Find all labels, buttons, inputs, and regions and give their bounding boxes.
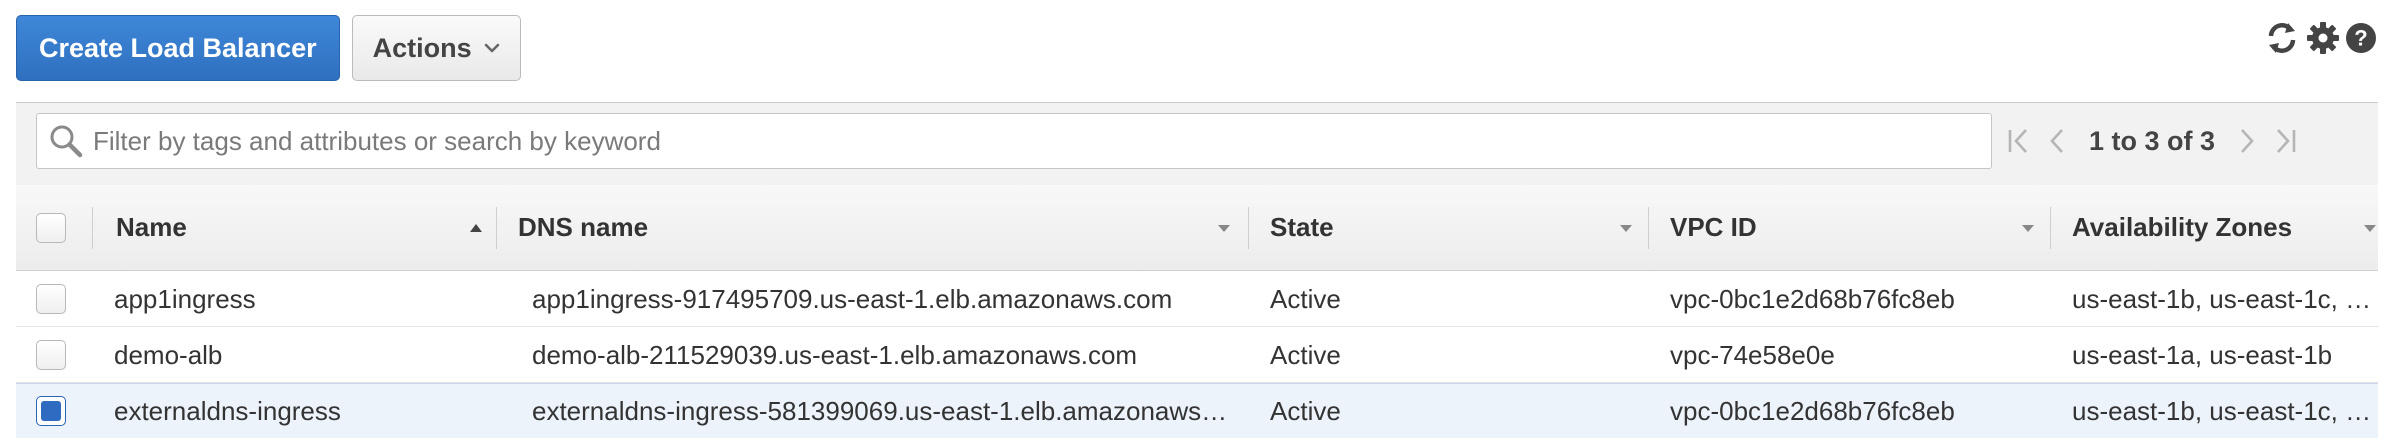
first-page-icon[interactable] (2001, 119, 2037, 163)
availability-zones: us-east-1a, us-east-1b (2072, 339, 2333, 370)
last-page-icon[interactable] (2267, 119, 2303, 163)
next-page-icon[interactable] (2229, 119, 2265, 163)
column-menu-icon[interactable] (1216, 223, 1232, 233)
column-label-vpc-id: VPC ID (1670, 212, 1757, 242)
column-label-availability-zones: Availability Zones (2072, 212, 2293, 242)
load-balancers-panel: 1 to 3 of 3 Name DNS (16, 102, 2378, 438)
cell-name: externaldns-ingress (94, 384, 494, 438)
column-label-state: State (1270, 212, 1334, 242)
filter-input[interactable] (93, 114, 1991, 168)
column-label-dns-name: DNS name (518, 212, 649, 242)
dns-name: app1ingress-917495709.us-east-1.elb.amaz… (532, 283, 1173, 314)
column-header-state[interactable]: State (1250, 185, 1648, 270)
cell-availability-zones: us-east-1a, us-east-1b (2052, 327, 2378, 382)
availability-zones: us-east-1b, us-east-1c, us-east-1a (2072, 283, 2378, 314)
cell-state: Active (1250, 384, 1648, 438)
state-value: Active (1270, 396, 1341, 426)
vpc-id: vpc-0bc1e2d68b76fc8eb (1670, 283, 1955, 314)
availability-zones: us-east-1b, us-east-1c, us-east-1a (2072, 396, 2378, 426)
pagination-text: 1 to 3 of 3 (2089, 125, 2216, 156)
select-all-checkbox[interactable] (36, 212, 66, 243)
cell-dns-name: app1ingress-917495709.us-east-1.elb.amaz… (498, 271, 1246, 326)
cell-dns-name: externaldns-ingress-581399069.us-east-1.… (498, 384, 1246, 438)
create-load-balancer-button[interactable]: Create Load Balancer (16, 15, 340, 81)
load-balancer-name: app1ingress (114, 283, 256, 314)
help-icon[interactable]: ? (2344, 21, 2378, 55)
search-box[interactable] (36, 113, 1992, 169)
load-balancer-name: externaldns-ingress (114, 396, 341, 426)
column-header-dns-name[interactable]: DNS name (498, 185, 1246, 270)
filter-bar: 1 to 3 of 3 (16, 103, 2378, 186)
cell-vpc-id: vpc-74e58e0e (1650, 327, 2050, 382)
cell-vpc-id: vpc-0bc1e2d68b76fc8eb (1650, 271, 2050, 326)
column-header-vpc-id[interactable]: VPC ID (1650, 185, 2050, 270)
top-right-controls: ? (2262, 18, 2378, 58)
load-balancer-name: demo-alb (114, 339, 223, 370)
column-divider (496, 207, 497, 249)
column-header-availability-zones[interactable]: Availability Zones (2052, 185, 2378, 270)
column-label-name: Name (116, 212, 187, 242)
cell-vpc-id: vpc-0bc1e2d68b76fc8eb (1650, 384, 2050, 438)
cell-state: Active (1250, 327, 1648, 382)
svg-text:?: ? (2354, 26, 2367, 51)
cell-name: demo-alb (94, 327, 494, 382)
column-divider (1648, 207, 1649, 249)
refresh-icon[interactable] (2262, 18, 2302, 58)
gear-icon[interactable] (2306, 21, 2340, 55)
toolbar: Create Load Balancer Actions (16, 15, 521, 81)
search-icon (47, 122, 85, 160)
pagination: 1 to 3 of 3 (2001, 113, 2303, 169)
dns-name: externaldns-ingress-581399069.us-east-1.… (532, 396, 1234, 426)
vpc-id: vpc-74e58e0e (1670, 339, 1835, 370)
state-value: Active (1270, 339, 1341, 370)
column-divider (2050, 207, 2051, 249)
cell-availability-zones: us-east-1b, us-east-1c, us-east-1a (2052, 384, 2378, 438)
actions-dropdown-button[interactable]: Actions (351, 15, 521, 81)
dns-name: demo-alb-211529039.us-east-1.elb.amazona… (532, 339, 1138, 370)
actions-label: Actions (372, 32, 472, 63)
cell-state: Active (1250, 271, 1648, 326)
vpc-id: vpc-0bc1e2d68b76fc8eb (1670, 396, 1955, 426)
table-row[interactable]: demo-alb demo-alb-211529039.us-east-1.el… (16, 327, 2378, 383)
column-divider (1248, 207, 1249, 249)
row-checkbox[interactable] (36, 283, 66, 314)
state-value: Active (1270, 283, 1341, 314)
column-header-name[interactable]: Name (94, 185, 494, 270)
cell-name: app1ingress (94, 271, 494, 326)
row-checkbox[interactable] (36, 339, 66, 370)
table-row[interactable]: app1ingress app1ingress-917495709.us-eas… (16, 271, 2378, 327)
column-divider (92, 207, 93, 249)
column-menu-icon[interactable] (2362, 223, 2378, 233)
sort-ascending-icon (468, 222, 484, 234)
row-checkbox-checked[interactable] (36, 396, 66, 426)
cell-dns-name: demo-alb-211529039.us-east-1.elb.amazona… (498, 327, 1246, 382)
chevron-down-icon (484, 42, 500, 54)
previous-page-icon[interactable] (2039, 119, 2075, 163)
cell-availability-zones: us-east-1b, us-east-1c, us-east-1a (2052, 271, 2378, 326)
table-header: Name DNS name State VPC ID Availability … (16, 185, 2378, 271)
column-menu-icon[interactable] (2020, 223, 2036, 233)
column-menu-icon[interactable] (1618, 223, 1634, 233)
table-row-selected[interactable]: externaldns-ingress externaldns-ingress-… (16, 383, 2378, 438)
